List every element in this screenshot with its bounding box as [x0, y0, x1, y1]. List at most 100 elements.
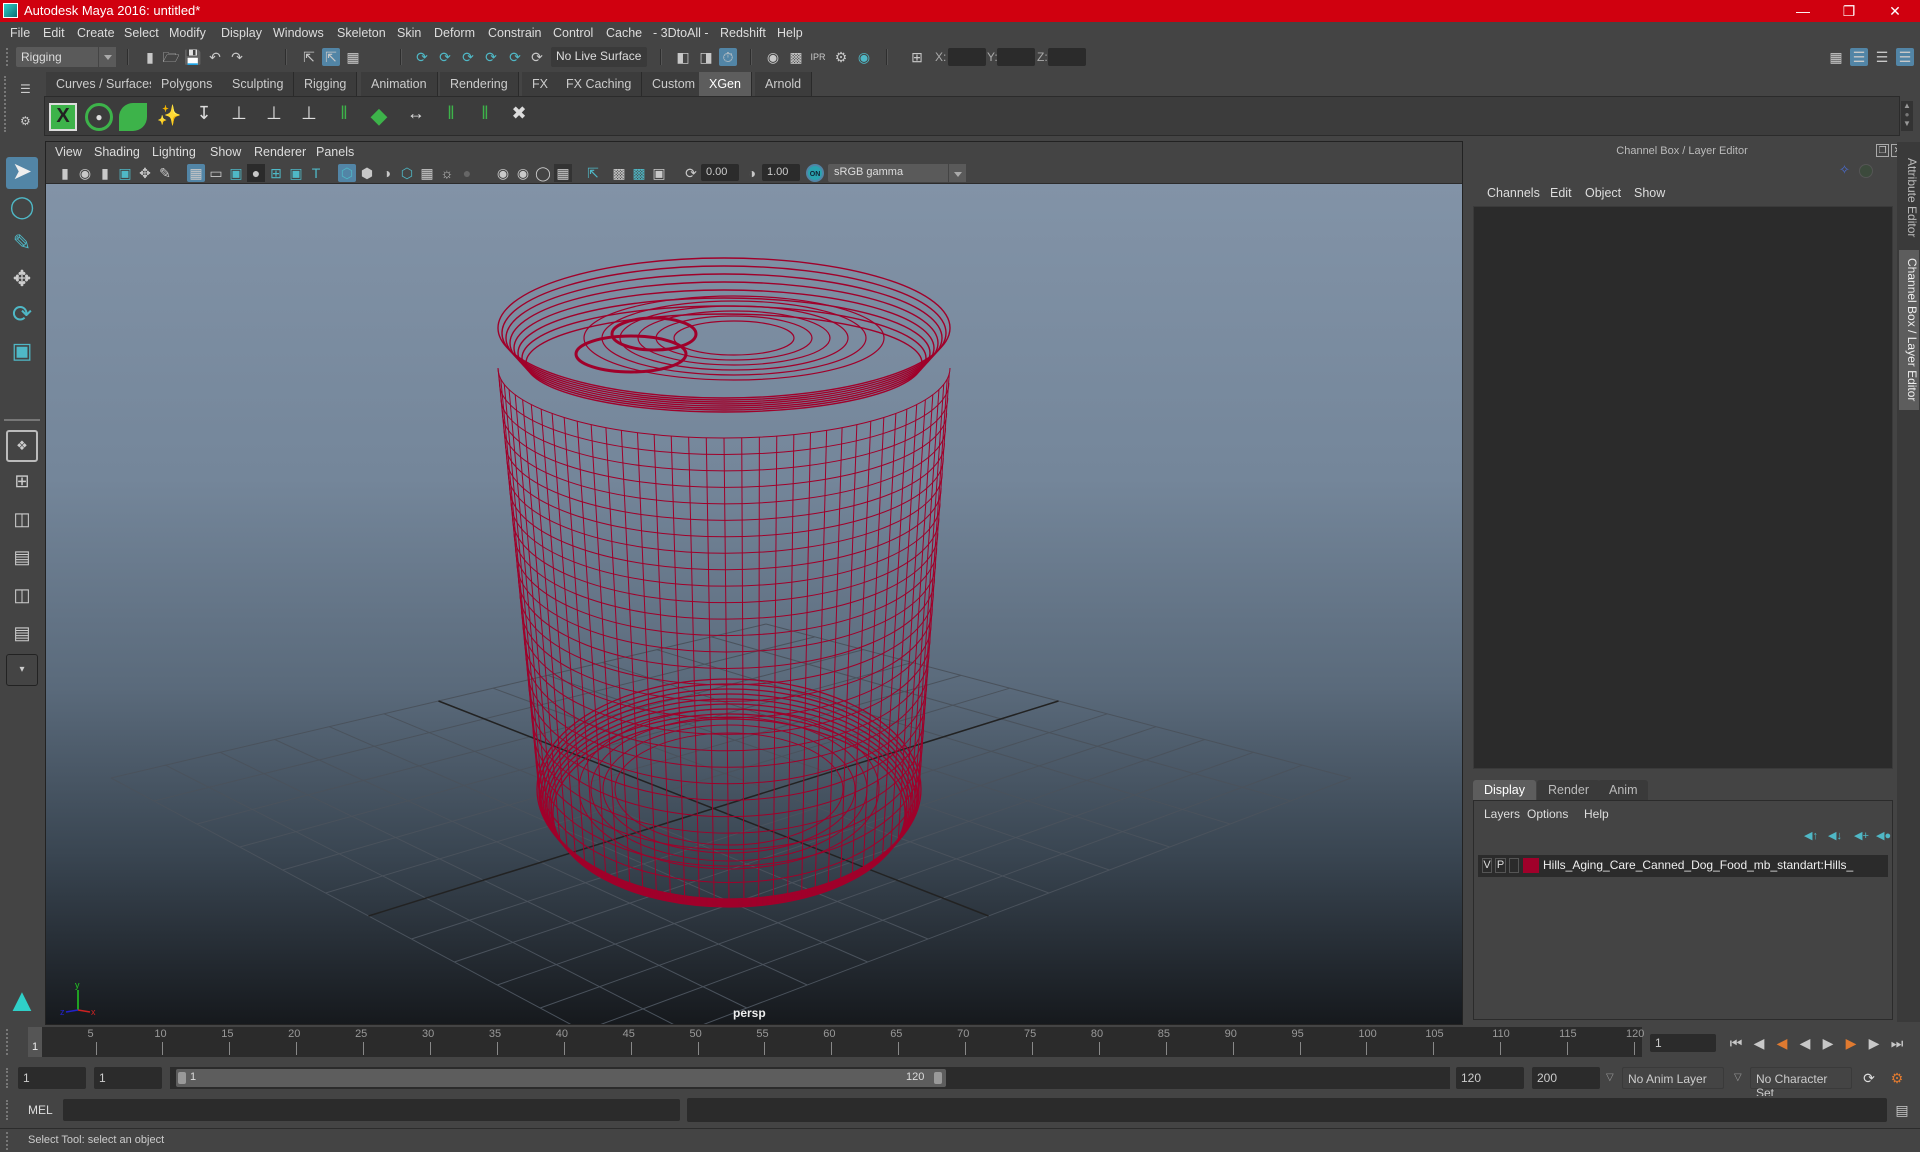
- screen-space-ao-icon[interactable]: ●: [458, 164, 476, 182]
- end-time-field[interactable]: 200: [1532, 1067, 1600, 1089]
- rebuild-guides-icon[interactable]: ‖: [471, 103, 499, 131]
- character-set-chevron-icon[interactable]: ▽: [1734, 1072, 1742, 1083]
- playback-start-field[interactable]: 1: [94, 1067, 162, 1089]
- tab-arnold[interactable]: Arnold: [755, 72, 813, 96]
- timeline-track[interactable]: 1 5 10 15 20 25 30 35 40 45 50 55 60 65 70 75 80 85 90 95 10…: [28, 1027, 1644, 1057]
- xray-icon[interactable]: ⇱: [584, 164, 602, 182]
- menu-select[interactable]: Select: [124, 26, 159, 40]
- new-layer-selected-icon[interactable]: ◀●: [1876, 829, 1891, 842]
- safe-action-icon[interactable]: ▣: [287, 164, 305, 182]
- gear-icon[interactable]: ⚙: [20, 114, 31, 128]
- range-end-handle[interactable]: [934, 1072, 942, 1084]
- transform-input-icon[interactable]: ⊞: [908, 48, 926, 66]
- snap-point-icon[interactable]: ⟳: [459, 48, 477, 66]
- step-back-key-icon[interactable]: ◀: [1750, 1034, 1768, 1052]
- drag-handle[interactable]: [4, 76, 8, 132]
- snap-view-plane-icon[interactable]: ⟳: [482, 48, 500, 66]
- tab-polygons[interactable]: Polygons: [151, 72, 224, 96]
- playback-end-field[interactable]: 120: [1456, 1067, 1524, 1089]
- select-camera-icon[interactable]: ▮: [56, 164, 74, 182]
- menu-set-dropdown[interactable]: Rigging: [16, 47, 116, 67]
- menu-edit[interactable]: Edit: [43, 26, 65, 40]
- drag-handle[interactable]: [6, 1029, 10, 1055]
- close-button[interactable]: ✕: [1872, 0, 1918, 22]
- select-hierarchy-icon[interactable]: ⇱: [300, 48, 318, 66]
- make-live-icon[interactable]: ⟳: [528, 48, 546, 66]
- snap-grid-icon[interactable]: ⟳: [413, 48, 431, 66]
- cb-menu-edit[interactable]: Edit: [1550, 186, 1572, 200]
- snap-curve-icon[interactable]: ⟳: [436, 48, 454, 66]
- new-scene-icon[interactable]: ▮: [141, 48, 159, 66]
- drag-handle[interactable]: [6, 1132, 10, 1150]
- scale-tool-icon[interactable]: ▣: [6, 336, 38, 368]
- exposure-field[interactable]: 0.00: [701, 164, 739, 181]
- toggle-visibility-icon[interactable]: [119, 103, 147, 131]
- menu-redshift[interactable]: Redshift: [720, 26, 766, 40]
- manipulator-axis-icon[interactable]: ✧: [1839, 162, 1850, 178]
- script-editor-icon[interactable]: ▤: [1893, 1101, 1911, 1119]
- auto-key-icon[interactable]: ⟳: [1860, 1069, 1878, 1087]
- current-time-indicator[interactable]: 1: [28, 1027, 42, 1057]
- exposure-icon[interactable]: ⟳: [682, 164, 700, 182]
- tab-curves-surfaces[interactable]: Curves / Surfaces: [46, 72, 167, 96]
- le-menu-options[interactable]: Options: [1527, 807, 1568, 821]
- tab-rigging[interactable]: Rigging: [294, 72, 358, 96]
- gamma-icon[interactable]: ◑: [743, 164, 761, 182]
- grease-pencil-icon[interactable]: ✎: [156, 164, 174, 182]
- menu-windows[interactable]: Windows: [273, 26, 324, 40]
- color-management-toggle[interactable]: ON: [806, 164, 824, 182]
- animation-prefs-icon[interactable]: ⚙: [1888, 1069, 1906, 1087]
- select-object-icon[interactable]: ⇱: [322, 48, 340, 66]
- select-guides-icon[interactable]: ‖: [437, 103, 465, 131]
- tab-fx-caching[interactable]: FX Caching: [556, 72, 643, 96]
- move-tool-icon[interactable]: ✥: [6, 264, 38, 296]
- vp-menu-renderer[interactable]: Renderer: [254, 145, 306, 159]
- layer-visibility-toggle[interactable]: V: [1482, 858, 1492, 873]
- channel-box-toggle-icon[interactable]: ☰: [1896, 48, 1914, 66]
- range-start-handle[interactable]: [178, 1072, 186, 1084]
- textured-icon[interactable]: ⬡: [398, 164, 416, 182]
- field-chart-icon[interactable]: ⊞: [267, 164, 285, 182]
- tab-display[interactable]: Display: [1473, 780, 1536, 800]
- character-set-dropdown[interactable]: No Character Set: [1750, 1067, 1852, 1100]
- layer-name[interactable]: Hills_Aging_Care_Canned_Dog_Food_mb_stan…: [1543, 858, 1853, 872]
- place-guides-icon[interactable]: ↧: [190, 103, 218, 131]
- paint-select-tool-icon[interactable]: ✎: [6, 228, 38, 260]
- menu-skin[interactable]: Skin: [397, 26, 421, 40]
- tab-sculpting[interactable]: Sculpting: [222, 72, 295, 96]
- create-description-icon[interactable]: ●: [85, 103, 113, 131]
- drag-handle[interactable]: [6, 48, 10, 66]
- drag-handle[interactable]: [6, 1068, 10, 1088]
- layer-type-toggle[interactable]: [1509, 858, 1519, 873]
- tab-animation[interactable]: Animation: [361, 72, 438, 96]
- step-back-frame-icon[interactable]: ◀: [1773, 1034, 1791, 1052]
- menu-help[interactable]: Help: [777, 26, 803, 40]
- snap-surface-icon[interactable]: ⟳: [506, 48, 524, 66]
- menu-create[interactable]: Create: [77, 26, 115, 40]
- x-field[interactable]: [948, 48, 986, 66]
- anim-layer-dropdown[interactable]: No Anim Layer: [1622, 1067, 1724, 1089]
- command-input[interactable]: [63, 1099, 680, 1121]
- xray-joints-icon[interactable]: ▩: [610, 164, 628, 182]
- rotate-tool-icon[interactable]: ⟳: [6, 300, 38, 332]
- select-component-icon[interactable]: ▦: [344, 48, 362, 66]
- tab-anim[interactable]: Anim: [1598, 780, 1649, 800]
- tab-fx[interactable]: FX: [522, 72, 559, 96]
- vp-menu-show[interactable]: Show: [210, 145, 241, 159]
- split-guide-icon[interactable]: ‖: [330, 103, 358, 131]
- tool-settings-toggle-icon[interactable]: ☰: [1873, 48, 1891, 66]
- output-ops-icon[interactable]: ◨: [697, 48, 715, 66]
- menu-3dtoall[interactable]: - 3DtoAll -: [653, 26, 709, 40]
- input-ops-icon[interactable]: ◧: [674, 48, 692, 66]
- gate-mask-icon[interactable]: ●: [247, 164, 265, 182]
- layer-row[interactable]: V P Hills_Aging_Care_Canned_Dog_Food_mb_…: [1478, 855, 1888, 877]
- z-field[interactable]: [1048, 48, 1086, 66]
- play-forward-icon[interactable]: ▶: [1819, 1034, 1837, 1052]
- modeling-toolkit-icon[interactable]: ▦: [1827, 48, 1845, 66]
- channel-list-area[interactable]: [1473, 206, 1893, 769]
- layer-playback-toggle[interactable]: P: [1495, 858, 1506, 873]
- float-panel-icon[interactable]: ❐: [1876, 144, 1889, 157]
- smooth-shade-icon[interactable]: ⬢: [358, 164, 376, 182]
- multisample-aa-icon[interactable]: ◉: [514, 164, 532, 182]
- shadows-icon[interactable]: ☼: [438, 164, 456, 182]
